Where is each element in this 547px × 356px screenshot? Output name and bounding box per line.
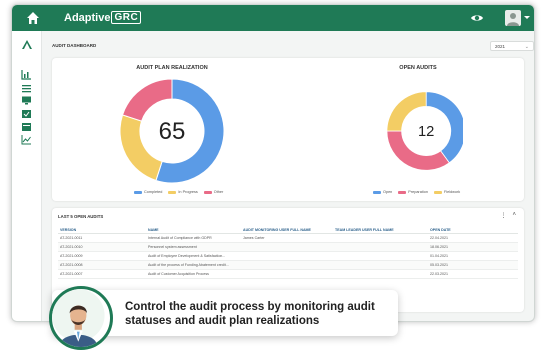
column-header[interactable]: AUDIT MONITORING USER FULL NAME: [241, 226, 333, 234]
table-cell: [333, 251, 428, 261]
table-cell: [333, 233, 428, 243]
logo-suffix: GRC: [111, 11, 142, 24]
table-cell: 18.06.2021: [428, 242, 518, 252]
calendar-icon[interactable]: [21, 121, 32, 132]
chart-title-plan-realization: AUDIT PLAN REALIZATION: [136, 65, 208, 71]
legend-open-audits: Open Preparation Fieldwork: [373, 190, 460, 194]
table-title: LAST 5 OPEN AUDITS: [58, 214, 104, 219]
table-cell: Internal Audit of Compliance with GDPR: [146, 233, 241, 243]
app-window: Adaptive GRC AUDIT DASHBOARD 2021 ⌄ AUDI…: [11, 4, 535, 322]
legend-item[interactable]: Preparation: [398, 190, 428, 194]
collapse-icon[interactable]: ˄: [512, 212, 516, 219]
legend-item[interactable]: Other: [203, 190, 224, 194]
column-header[interactable]: NAME: [146, 226, 241, 234]
table-cell: AT-2021-0009: [58, 251, 146, 261]
column-header[interactable]: TEAM LEADER USER FULL NAME: [333, 226, 428, 234]
legend-item[interactable]: Completed: [134, 190, 162, 194]
legend-item[interactable]: Fieldwork: [433, 190, 461, 194]
person-avatar-illustration: [49, 286, 113, 350]
table-cell: 22.04.2021: [428, 233, 518, 243]
table-row[interactable]: AT-2021-0009 Audit of Employee Developme…: [58, 251, 518, 261]
table-cell: 22.03.2021: [428, 269, 518, 279]
legend-swatch: [203, 190, 212, 194]
table-cell: [241, 242, 333, 252]
donut-chart-open-audits: 12: [386, 91, 463, 171]
legend-swatch: [398, 190, 407, 194]
table-cell: James Carter: [241, 233, 333, 243]
legend-label: Other: [213, 190, 224, 194]
line-chart-icon[interactable]: [21, 134, 32, 145]
page-title: AUDIT DASHBOARD: [52, 43, 97, 48]
table-cell: [241, 260, 333, 270]
legend-label: Fieldwork: [443, 190, 461, 194]
table-row[interactable]: AT-2021-0011 Internal Audit of Complianc…: [58, 233, 518, 243]
table-cell: Personnel system assessment: [146, 242, 241, 252]
table-cell: 05.03.2021: [428, 260, 518, 270]
table-cell: AT-2021-0007: [58, 269, 146, 279]
sidebar: [12, 31, 42, 321]
legend-plan-realization: Completed In Progress Other: [134, 190, 223, 194]
legend-label: Open: [383, 190, 393, 194]
legend-swatch: [168, 190, 177, 194]
table-row[interactable]: AT-2021-0008 Audit of the process of Fun…: [58, 260, 518, 270]
app-logo[interactable]: Adaptive GRC: [64, 11, 142, 24]
legend-label: In Progress: [178, 190, 198, 194]
legend-swatch: [433, 190, 442, 194]
user-avatar-icon[interactable]: [505, 10, 521, 26]
list-icon[interactable]: [21, 83, 32, 94]
legend-item[interactable]: Open: [373, 190, 392, 194]
table-cell: AT-2021-0011: [58, 233, 146, 243]
table-cell: Audit of Employee Development & Satisfac…: [146, 251, 241, 261]
donut-slice-in-progress[interactable]: [119, 114, 163, 182]
table-row[interactable]: AT-2021-0007 Audit of Customer Acquisiti…: [58, 269, 518, 279]
year-select-value: 2021: [495, 44, 506, 49]
banner-text: Control the audit process by monitoring …: [125, 301, 375, 327]
table-cell: Audit of Customer Acquisition Process: [146, 269, 241, 279]
legend-label: Completed: [144, 190, 163, 194]
table-header-row: VERSION NAME AUDIT MONITORING USER FULL …: [58, 226, 518, 234]
chart-title-open-audits: OPEN AUDITS: [399, 65, 437, 71]
column-header[interactable]: OPEN DATE: [428, 226, 518, 234]
eye-icon[interactable]: [470, 13, 484, 23]
table-cell: [241, 269, 333, 279]
legend-swatch: [373, 190, 381, 194]
main-content: AUDIT DASHBOARD 2021 ⌄ AUDIT PLAN REALIZ…: [42, 31, 534, 321]
legend-item[interactable]: In Progress: [168, 190, 198, 194]
table-cell: 01.04.2021: [428, 251, 518, 261]
logo-prefix: Adaptive: [64, 11, 111, 24]
table-actions: ⋮ ˄: [500, 212, 516, 219]
table-cell: [333, 260, 428, 270]
chevron-down-icon: ⌄: [524, 44, 529, 50]
open-audits-table: VERSION NAME AUDIT MONITORING USER FULL …: [58, 226, 518, 279]
table-cell: [333, 242, 428, 252]
charts-card: AUDIT PLAN REALIZATION OPEN AUDITS 65 12…: [52, 58, 524, 201]
bar-chart-icon[interactable]: [21, 69, 32, 80]
user-menu-chevron-down-icon[interactable]: [524, 16, 530, 19]
table-cell: [241, 251, 333, 261]
donut-center-value: 65: [159, 118, 186, 145]
table-cell: [333, 269, 428, 279]
table-cell: AT-2021-0010: [58, 242, 146, 252]
donut-slice-other[interactable]: [121, 78, 173, 122]
table-cell: AT-2021-0008: [58, 260, 146, 270]
top-navigation-bar: Adaptive GRC: [12, 5, 534, 31]
calendar-check-icon[interactable]: [21, 108, 32, 119]
donut-center-value: 12: [418, 124, 434, 140]
legend-swatch: [134, 190, 142, 194]
monitor-icon[interactable]: [21, 95, 32, 106]
year-select[interactable]: 2021 ⌄: [490, 41, 534, 51]
donut-chart-plan-realization: 65: [119, 78, 225, 184]
app-logo-icon[interactable]: [21, 39, 33, 51]
column-header[interactable]: VERSION: [58, 226, 146, 234]
table-cell: Audit of the process of Funding Abatemen…: [146, 260, 241, 270]
table-row[interactable]: AT-2021-0010 Personnel system assessment…: [58, 242, 518, 252]
legend-label: Preparation: [408, 190, 428, 194]
more-options-icon[interactable]: ⋮: [500, 212, 506, 219]
home-icon[interactable]: [26, 11, 40, 25]
